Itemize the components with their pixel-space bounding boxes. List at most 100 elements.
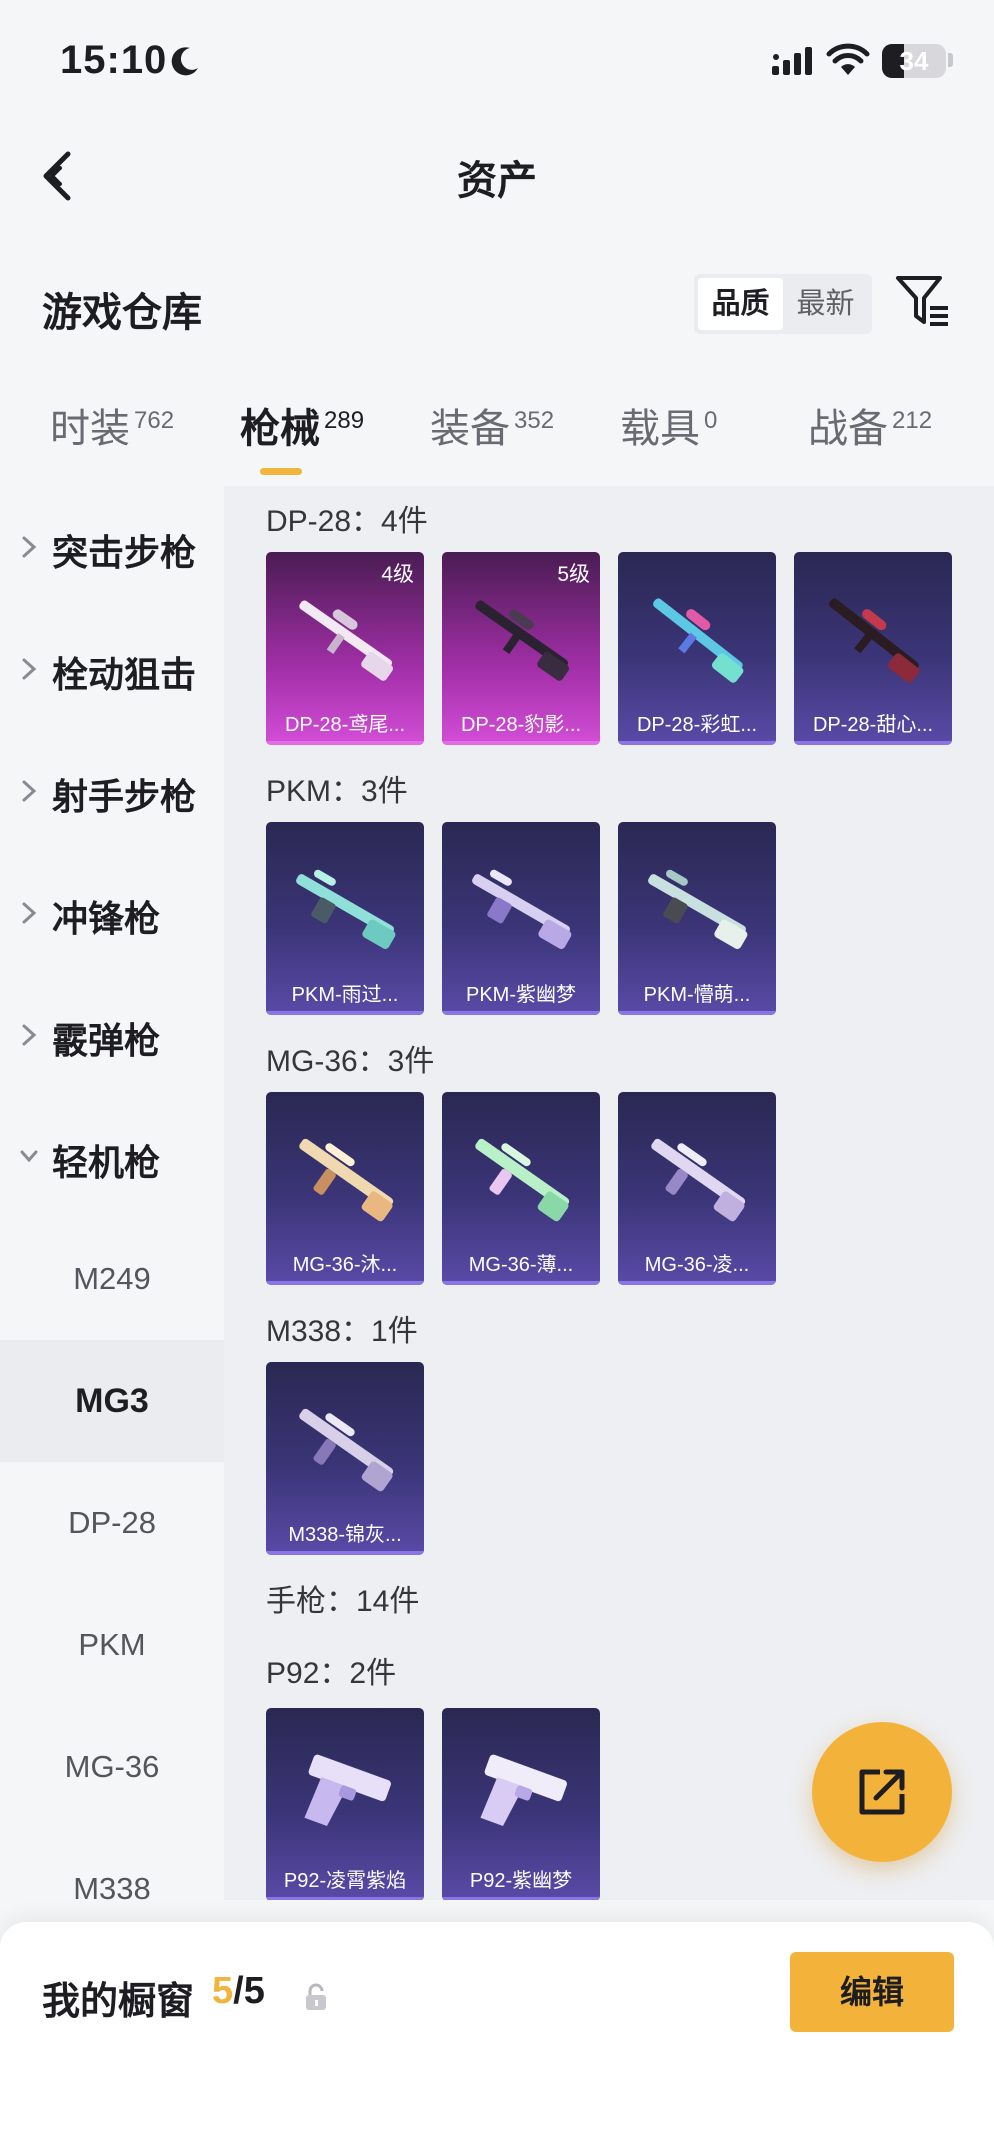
rarity-bar [266,1897,424,1900]
category-tabs: 时装 762 枪械 289 装备 352 载具 0 战备 212 [0,396,994,476]
sidebar-item-assault-rifle[interactable]: 突击步枪 [0,486,224,608]
chevron-down-icon [20,1150,38,1163]
weapon-card[interactable]: PKM-懵萌... [618,822,776,1015]
sidebar-subitem-pkm[interactable]: PKM [0,1584,224,1706]
sort-quality-button[interactable]: 品质 [698,278,783,330]
weapon-name: DP-28-鸢尾... [284,714,406,736]
group-title: DP-28：4件 [266,505,428,538]
rifle-skin-icon [651,1138,746,1222]
level-badge: 4级 [381,563,414,586]
tab-firearms[interactable]: 枪械 289 [240,396,364,476]
tab-label: 装备 [430,407,510,451]
share-icon [859,1769,905,1815]
tab-tactical[interactable]: 战备 212 [808,396,932,476]
chevron-right-icon [22,536,37,558]
sidebar-item-lmg[interactable]: 轻机枪 [0,1096,224,1218]
moon-icon [171,47,198,76]
rarity-bar [442,741,600,745]
weapon-card[interactable]: DP-28-甜心... [794,552,952,745]
lmg-skin-icon [653,598,744,683]
rarity-bar [618,1281,776,1285]
filter-icon[interactable] [894,272,952,332]
section-title: 游戏仓库 [42,291,202,335]
sidebar-item-label: 射手步枪 [52,776,197,817]
wifi-icon [826,43,870,75]
edit-button[interactable]: 编辑 [790,1952,954,2032]
active-tab-indicator [260,468,302,475]
tab-equipment[interactable]: 装备 352 [430,396,554,476]
sidebar-item-smg[interactable]: 冲锋枪 [0,852,224,974]
sidebar-item-label: 轻机枪 [52,1142,161,1183]
group-title: PKM：3件 [266,775,408,808]
weapon-name: DP-28-豹影... [460,714,582,736]
sidebar-item-label: 栓动狙击 [52,654,197,695]
weapon-name: DP-28-甜心... [812,714,934,736]
lmg-skin-icon [475,600,569,681]
sidebar-subitem-dp28[interactable]: DP-28 [0,1462,224,1584]
weapon-card[interactable]: MG-36-沐... [266,1092,424,1285]
lmg-skin-icon [648,869,748,950]
weapon-card[interactable]: 5级 DP-28-豹影... [442,552,600,745]
sidebar-subitem-m338[interactable]: M338 [0,1828,224,1900]
rarity-bar [266,1281,424,1285]
sidebar-item-label: 霰弹枪 [52,1020,161,1061]
rifle-skin-icon [299,1138,394,1222]
share-button[interactable] [812,1722,952,1862]
sidebar-subitem-m249[interactable]: M249 [0,1218,224,1340]
rifle-skin-icon [299,1408,394,1492]
weapon-name: PKM-紫幽梦 [466,984,576,1006]
weapon-name: MG-36-薄... [468,1254,574,1276]
rarity-bar [794,741,952,745]
sort-toggle[interactable]: 品质 最新 [694,274,872,334]
battery-indicator: 34 [882,44,946,78]
sidebar-item-shotgun[interactable]: 霰弹枪 [0,974,224,1096]
chevron-right-icon [22,1024,37,1046]
weapon-name: MG-36-沐... [292,1254,398,1276]
chevron-right-icon [22,658,37,680]
tab-count: 352 [514,407,555,434]
lmg-skin-icon [472,869,572,950]
sidebar-item-bolt-sniper[interactable]: 栓动狙击 [0,608,224,730]
level-badge: 5级 [557,563,590,586]
weapon-card[interactable]: 4级 DP-28-鸢尾... [266,552,424,745]
rarity-bar [266,741,424,745]
tab-vehicles[interactable]: 载具 0 [620,396,717,476]
sidebar-item-marksman-rifle[interactable]: 射手步枪 [0,730,224,852]
battery-cap [948,53,953,67]
sidebar-subitem-mg3[interactable]: MG3 [0,1340,224,1462]
chevron-right-icon [22,780,37,802]
rarity-bar [266,1011,424,1015]
weapon-name: M338-锦灰... [288,1524,402,1546]
tab-count: 0 [704,407,718,434]
rarity-bar [618,741,776,745]
weapon-card[interactable]: MG-36-凌... [618,1092,776,1285]
group-title: P92：2件 [266,1657,397,1690]
weapon-card[interactable]: MG-36-薄... [442,1092,600,1285]
weapon-name: P92-紫幽梦 [469,1870,573,1892]
weapon-card[interactable]: PKM-雨过... [266,822,424,1015]
group-title: 手枪：14件 [266,1585,420,1618]
tab-fashion[interactable]: 时装 762 [50,396,174,476]
weapon-card[interactable]: M338-锦灰... [266,1362,424,1555]
lmg-skin-icon [829,598,920,683]
rifle-skin-icon [475,1138,570,1222]
weapon-card[interactable]: DP-28-彩虹... [618,552,776,745]
sidebar-item-label: 冲锋枪 [52,898,161,939]
rarity-bar [442,1011,600,1015]
group-title: MG-36：3件 [266,1045,435,1078]
sidebar-subitem-mg36[interactable]: MG-36 [0,1706,224,1828]
chevron-right-icon [22,902,37,924]
weapon-card[interactable]: P92-凌霄紫焰 [266,1708,424,1900]
sort-latest-button[interactable]: 最新 [783,278,868,330]
lmg-skin-icon [296,869,396,950]
weapon-card[interactable]: PKM-紫幽梦 [442,822,600,1015]
cellular-signal-icon [772,47,812,75]
weapon-name: PKM-懵萌... [643,984,751,1006]
tab-label: 战备 [808,407,888,451]
weapon-name: MG-36-凌... [644,1254,750,1276]
weapon-name: DP-28-彩虹... [636,714,758,736]
weapon-card[interactable]: P92-紫幽梦 [442,1708,600,1900]
status-time: 15:10 [60,38,168,82]
rarity-bar [442,1897,600,1900]
rarity-bar [266,1551,424,1555]
